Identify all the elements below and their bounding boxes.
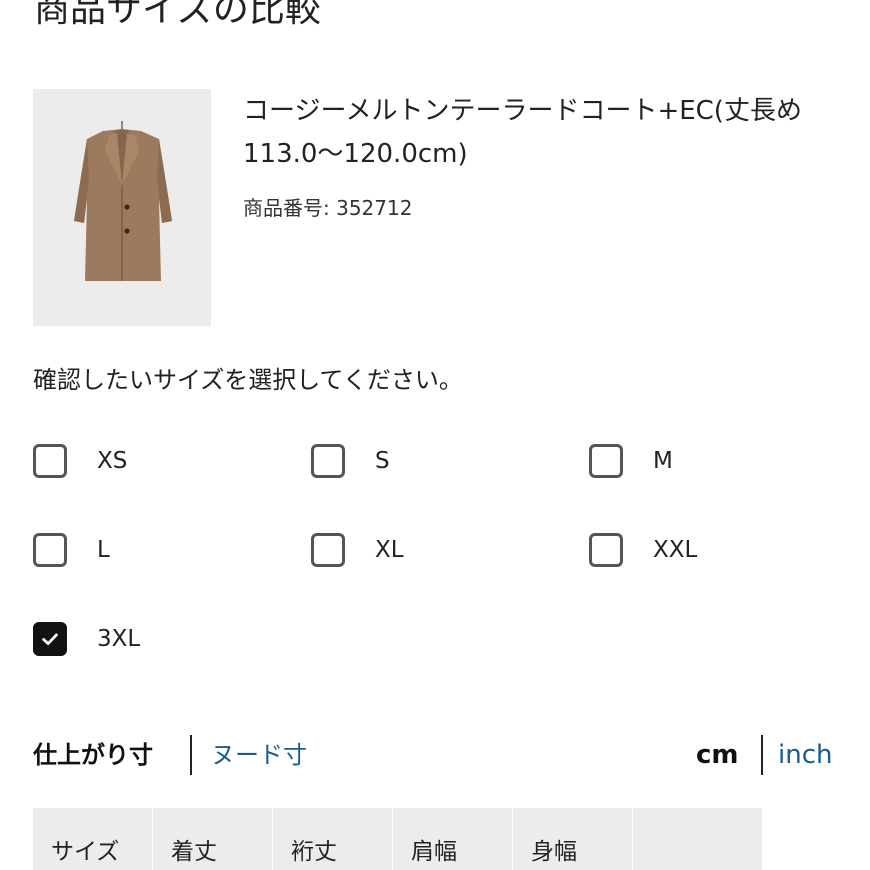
product-number: 商品番号: 352712 (243, 196, 413, 220)
size-label-xs: XS (97, 448, 128, 474)
size-label-xl: XL (375, 537, 404, 563)
checkbox-m[interactable] (589, 444, 623, 478)
size-label-s: S (375, 448, 390, 474)
size-table-header: サイズ 着丈 裄丈 肩幅 身幅 (33, 808, 762, 870)
size-label-3xl: 3XL (97, 626, 141, 652)
table-header-body-width: 身幅 (513, 808, 633, 870)
size-label-l: L (97, 537, 110, 563)
size-label-m: M (653, 448, 673, 474)
table-header-extra (633, 808, 762, 870)
page-title: 商品サイズの比較 (34, 0, 321, 30)
size-option-s[interactable]: S (311, 439, 390, 483)
product-name: コージーメルトンテーラードコート+EC(丈長め113.0〜120.0cm) (243, 96, 802, 169)
product-image (33, 89, 211, 326)
table-header-sleeve: 裄丈 (273, 808, 393, 870)
table-header-length: 着丈 (153, 808, 273, 870)
size-option-xs[interactable]: XS (33, 439, 127, 483)
size-option-xxl[interactable]: XXL (589, 528, 697, 572)
tab-nude-size[interactable]: ヌード寸 (211, 738, 307, 772)
tab-finished-size[interactable]: 仕上がり寸 (33, 738, 153, 772)
checkbox-xs[interactable] (33, 444, 67, 478)
coat-image-icon (33, 89, 211, 326)
size-option-m[interactable]: M (589, 439, 673, 483)
checkbox-l[interactable] (33, 533, 67, 567)
checkbox-xl[interactable] (311, 533, 345, 567)
size-option-xl[interactable]: XL (311, 528, 404, 572)
checkbox-xxl[interactable] (589, 533, 623, 567)
table-header-shoulder: 肩幅 (393, 808, 513, 870)
checkbox-s[interactable] (311, 444, 345, 478)
unit-cm-toggle[interactable]: cm (696, 738, 739, 772)
size-option-l[interactable]: L (33, 528, 110, 572)
unit-divider (761, 735, 763, 775)
checkbox-3xl[interactable] (33, 622, 67, 656)
size-option-3xl[interactable]: 3XL (33, 617, 140, 661)
size-label-xxl: XXL (653, 537, 698, 563)
size-prompt: 確認したいサイズを選択してください。 (33, 366, 463, 394)
checkmark-icon (42, 633, 58, 645)
table-header-size: サイズ (33, 808, 153, 870)
unit-inch-toggle[interactable]: inch (778, 738, 832, 772)
tab-divider (190, 735, 192, 775)
